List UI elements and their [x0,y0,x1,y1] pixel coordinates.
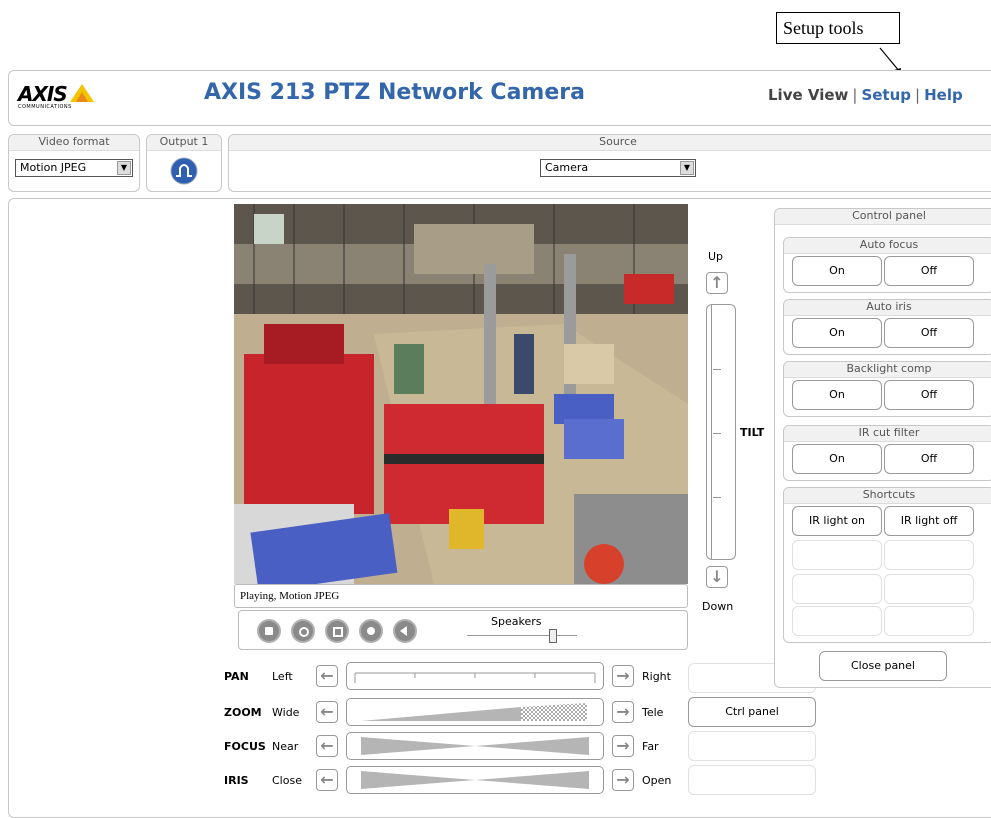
snapshot-icon[interactable] [291,619,315,643]
focus-slider[interactable] [346,732,604,760]
ir-cut-filter-on-button[interactable]: On [792,444,882,474]
backlight-comp-on-button[interactable]: On [792,380,882,410]
iris-close-label: Close [272,774,302,787]
backlight-comp-group: Backlight comp On Off [783,361,991,417]
tilt-slider[interactable] [706,304,736,560]
source-select[interactable]: Camera ▼ [540,159,696,177]
arrow-right-icon[interactable]: → [612,701,634,723]
nav-help[interactable]: Help [924,86,963,104]
logo-text: AXIS [18,82,68,106]
zoom-label: ZOOM [224,706,262,719]
nav-setup[interactable]: Setup [861,86,911,104]
auto-iris-on-button[interactable]: On [792,318,882,348]
pan-left-label: Left [272,670,293,683]
video-toolbar: Speakers [238,610,688,650]
source-value: Camera [545,161,589,174]
output-label: Output 1 [147,135,221,151]
output-box: Output 1 [146,134,222,192]
empty-shortcut-slot [792,606,882,636]
speaker-icon[interactable] [393,619,417,643]
video-format-box: Video format Motion JPEG ▼ [8,134,140,192]
arrow-left-icon[interactable]: ← [316,701,338,723]
shortcuts-group: Shortcuts IR light on IR light off [783,487,991,643]
auto-focus-title: Auto focus [784,238,991,254]
backlight-comp-off-button[interactable]: Off [884,380,974,410]
video-format-label: Video format [9,135,139,151]
tilt-label: TILT [740,426,765,439]
camera-video-stream[interactable] [234,204,688,584]
setup-tools-callout: Setup tools [776,12,900,44]
focus-near-label: Near [272,740,299,753]
ir-cut-filter-group: IR cut filter On Off [783,425,991,481]
empty-button-slot [688,765,816,795]
arrow-left-icon[interactable]: ← [316,665,338,687]
ir-cut-filter-title: IR cut filter [784,426,991,442]
empty-shortcut-slot [884,606,974,636]
ctrl-panel-button[interactable]: Ctrl panel [688,697,816,727]
auto-iris-title: Auto iris [784,300,991,316]
nav-live-view[interactable]: Live View [768,86,848,104]
ir-cut-filter-off-button[interactable]: Off [884,444,974,474]
auto-focus-group: Auto focus On Off [783,237,991,293]
arrow-left-icon[interactable]: ← [316,735,338,757]
logo-subtext: COMMUNICATIONS [18,104,72,110]
empty-shortcut-slot [884,574,974,604]
arrow-right-icon[interactable]: → [612,769,634,791]
video-format-select[interactable]: Motion JPEG ▼ [15,159,133,177]
pan-right-label: Right [642,670,671,683]
auto-focus-off-button[interactable]: Off [884,256,974,286]
stop-icon[interactable] [257,619,281,643]
dropdown-icon: ▼ [680,161,694,175]
control-panel: Control panel Auto focus On Off Auto iri… [774,208,991,688]
ir-light-off-button[interactable]: IR light off [884,506,974,536]
empty-shortcut-slot [792,540,882,570]
zoom-wide-label: Wide [272,706,300,719]
arrow-right-icon[interactable]: → [612,665,634,687]
stream-status: Playing, Motion JPEG [234,584,688,608]
output-icon[interactable] [170,157,198,185]
iris-label: IRIS [224,774,249,787]
backlight-comp-title: Backlight comp [784,362,991,378]
zoom-tele-label: Tele [642,706,664,719]
focus-far-label: Far [642,740,659,753]
source-label: Source [229,135,991,151]
shortcuts-title: Shortcuts [784,488,991,504]
logo-triangle [70,84,94,102]
tilt-down-label: Down [702,600,734,613]
pan-label: PAN [224,670,249,683]
top-nav: Live View | Setup | Help [768,86,963,104]
zoom-slider[interactable] [346,698,604,726]
tilt-up-label: Up [708,250,724,263]
ptz-icon[interactable] [359,619,383,643]
speaker-volume-slider[interactable] [549,629,557,643]
arrow-up-icon[interactable]: ↑ [706,272,728,294]
empty-button-slot [688,731,816,761]
page-title: AXIS 213 PTZ Network Camera [204,80,585,105]
iris-slider[interactable] [346,766,604,794]
auto-focus-on-button[interactable]: On [792,256,882,286]
auto-iris-group: Auto iris On Off [783,299,991,355]
arrow-left-icon[interactable]: ← [316,769,338,791]
focus-label: FOCUS [224,740,266,753]
empty-shortcut-slot [884,540,974,570]
ir-light-on-button[interactable]: IR light on [792,506,882,536]
control-panel-title: Control panel [775,209,991,225]
empty-shortcut-slot [792,574,882,604]
iris-open-label: Open [642,774,672,787]
speakers-label: Speakers [491,615,542,628]
speaker-volume-track [467,635,577,636]
video-format-value: Motion JPEG [20,161,87,174]
view-icon[interactable] [325,619,349,643]
arrow-down-icon[interactable]: ↓ [706,566,728,588]
source-box: Source Camera ▼ [228,134,991,192]
pan-slider[interactable] [346,662,604,690]
axis-logo: AXIS COMMUNICATIONS [18,82,100,114]
nav-separator: | [915,86,921,104]
video-frame [234,204,688,584]
close-panel-button[interactable]: Close panel [819,651,947,681]
dropdown-icon: ▼ [117,161,131,175]
auto-iris-off-button[interactable]: Off [884,318,974,348]
arrow-right-icon[interactable]: → [612,735,634,757]
nav-separator: | [852,86,858,104]
